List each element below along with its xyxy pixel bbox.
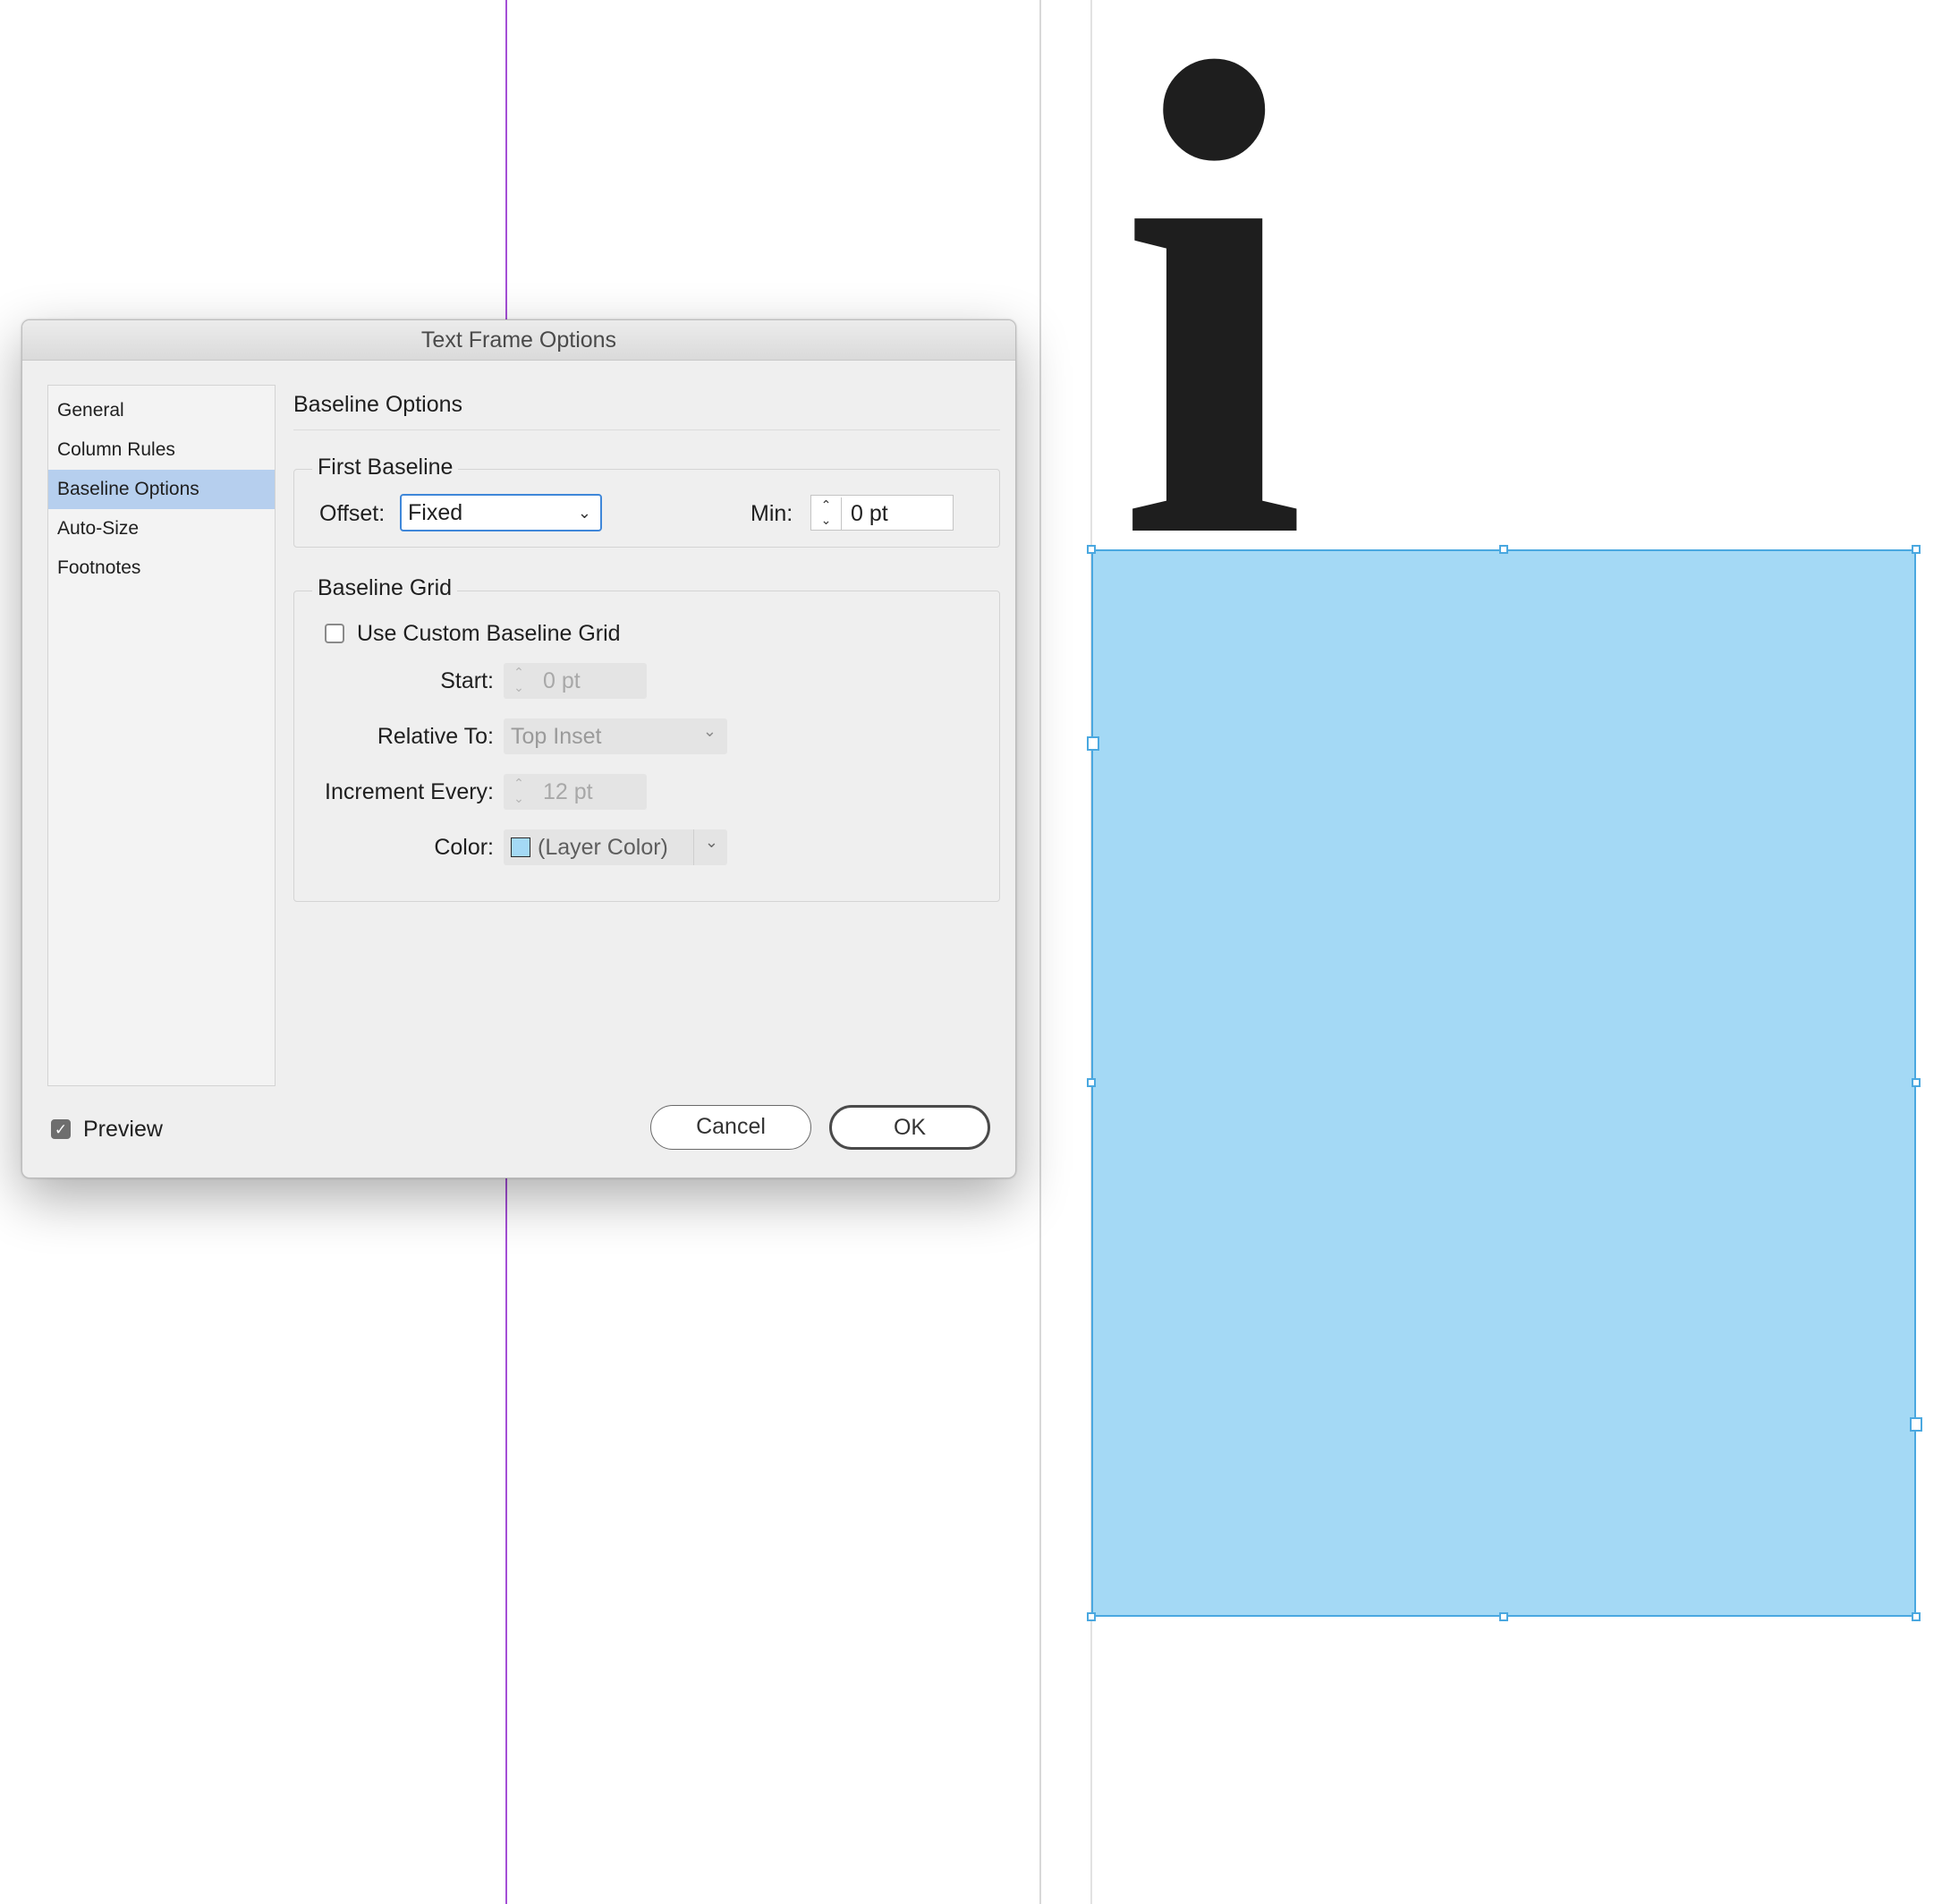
- offset-label: Offset:: [319, 501, 386, 526]
- use-custom-grid-label[interactable]: Use Custom Baseline Grid: [357, 621, 621, 647]
- start-stepper[interactable]: ⌃ ⌄ 0 pt: [504, 663, 647, 699]
- color-value: (Layer Color): [538, 835, 668, 860]
- offset-dropdown[interactable]: Fixed ⌄: [400, 494, 602, 531]
- frame-out-port[interactable]: [1910, 1417, 1922, 1432]
- start-label: Start:: [440, 668, 494, 693]
- frame-in-port[interactable]: [1087, 736, 1099, 751]
- relative-to-label: Relative To:: [377, 724, 494, 749]
- min-stepper[interactable]: ⌃ ⌄ 0 pt: [810, 495, 954, 531]
- min-label: Min:: [751, 501, 793, 526]
- drop-glyph-i[interactable]: i: [1114, 54, 1310, 550]
- baseline-grid-title: Baseline Grid: [312, 575, 458, 601]
- frame-handle-bottom-center[interactable]: [1499, 1612, 1508, 1621]
- preview-checkbox[interactable]: ✓: [51, 1119, 71, 1139]
- cancel-button[interactable]: Cancel: [650, 1105, 811, 1150]
- layer-color-swatch: [511, 837, 530, 857]
- sidebar-item-footnotes[interactable]: Footnotes: [48, 548, 275, 588]
- frame-handle-top-left[interactable]: [1087, 545, 1096, 554]
- relative-to-dropdown[interactable]: Top Inset ⌄: [504, 718, 727, 754]
- frame-handle-top-right[interactable]: [1912, 545, 1921, 554]
- start-value: 0 pt: [543, 668, 581, 693]
- section-title: Baseline Options: [293, 392, 463, 417]
- frame-handle-middle-right[interactable]: [1912, 1078, 1921, 1087]
- sidebar-item-auto-size[interactable]: Auto-Size: [48, 509, 275, 548]
- stepper-arrows-icon: ⌃ ⌄: [513, 665, 524, 694]
- sidebar-item-baseline-options[interactable]: Baseline Options: [48, 470, 275, 509]
- page-edge-guide: [1039, 0, 1041, 1904]
- color-label: Color:: [434, 835, 494, 860]
- selected-text-frame[interactable]: [1091, 549, 1916, 1617]
- section-divider: [293, 429, 1000, 430]
- min-value[interactable]: 0 pt: [851, 501, 888, 527]
- chevron-down-icon: ⌄: [577, 504, 591, 522]
- sidebar-item-general[interactable]: General: [48, 391, 275, 430]
- text-frame-options-dialog: Text Frame Options General Column Rules …: [21, 319, 1016, 1178]
- preview-label[interactable]: Preview: [83, 1117, 163, 1143]
- relative-to-value: Top Inset: [511, 724, 602, 749]
- first-baseline-title: First Baseline: [312, 455, 459, 480]
- category-list: General Column Rules Baseline Options Au…: [47, 385, 276, 1086]
- frame-handle-bottom-right[interactable]: [1912, 1612, 1921, 1621]
- sidebar-item-column-rules[interactable]: Column Rules: [48, 430, 275, 470]
- stepper-arrows-icon: ⌃ ⌄: [513, 776, 524, 805]
- chevron-down-icon: ⌄: [704, 833, 718, 851]
- increment-every-label: Increment Every:: [325, 779, 494, 804]
- increment-stepper[interactable]: ⌃ ⌄ 12 pt: [504, 774, 647, 810]
- frame-handle-top-center[interactable]: [1499, 545, 1508, 554]
- ok-button[interactable]: OK: [829, 1105, 990, 1150]
- dropdown-divider: [693, 829, 694, 865]
- dialog-title[interactable]: Text Frame Options: [22, 320, 1015, 361]
- offset-value: Fixed: [408, 500, 463, 525]
- color-dropdown[interactable]: (Layer Color) ⌄: [504, 829, 727, 865]
- increment-value: 12 pt: [543, 779, 593, 804]
- chevron-down-icon: ⌄: [702, 722, 717, 740]
- frame-handle-bottom-left[interactable]: [1087, 1612, 1096, 1621]
- stepper-arrows-icon[interactable]: ⌃ ⌄: [811, 497, 842, 530]
- use-custom-grid-checkbox[interactable]: [325, 624, 344, 643]
- frame-handle-middle-left[interactable]: [1087, 1078, 1096, 1087]
